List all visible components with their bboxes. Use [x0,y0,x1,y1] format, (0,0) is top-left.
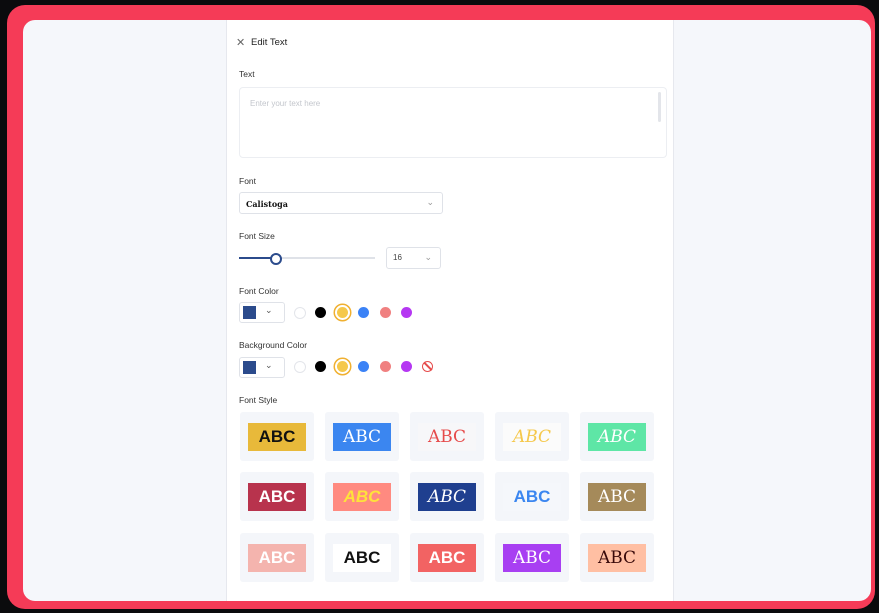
font-style-option[interactable]: ABC [240,412,314,461]
font-style-preview: ABC [248,543,306,572]
chevron-down-icon: ⌄ [426,197,434,207]
font-color-swatch-black[interactable] [315,307,326,318]
font-style-option[interactable]: ABC [325,412,399,461]
font-style-preview: ABC [503,422,561,451]
font-style-preview: ABC [503,482,561,511]
font-style-option[interactable]: ABC [580,533,654,582]
font-style-option[interactable]: ABC [325,472,399,521]
font-style-preview: ABC [588,482,646,511]
edit-text-panel: ✕ Edit Text Text Enter your text here Fo… [226,20,674,601]
chevron-down-icon: ⌄ [265,305,273,315]
background-color-swatch-purple[interactable] [401,361,412,372]
background-color-swatch-salmon[interactable] [380,361,391,372]
font-style-preview: ABC [248,422,306,451]
text-input-placeholder: Enter your text here [250,99,321,108]
font-color-label: Font Color [239,286,279,296]
font-select-value: Calistoga [246,199,288,209]
font-size-select[interactable]: 16 ⌄ [386,247,441,269]
font-size-slider-handle[interactable] [270,253,282,265]
font-style-label: Font Style [239,395,278,405]
font-style-option[interactable]: ABC [240,533,314,582]
font-style-preview: ABC [418,422,476,451]
no-color-icon[interactable] [422,361,433,372]
font-style-preview: ABC [333,482,391,511]
font-style-option[interactable]: ABC [495,533,569,582]
chevron-down-icon: ⌄ [424,252,432,262]
font-color-swatch-yellow[interactable] [337,307,348,318]
font-size-value: 16 [393,253,402,262]
font-color-preview [243,306,256,319]
text-input[interactable]: Enter your text here [239,87,667,158]
font-size-label: Font Size [239,231,275,241]
font-style-option[interactable]: ABC [410,533,484,582]
font-style-preview: ABC [248,482,306,511]
text-label: Text [239,69,255,79]
background-color-preview [243,361,256,374]
background-color-swatch-blue[interactable] [358,361,369,372]
font-style-option[interactable]: ABC [240,472,314,521]
font-color-swatch-blue[interactable] [358,307,369,318]
font-style-option[interactable]: ABC [410,472,484,521]
font-style-option[interactable]: ABC [580,412,654,461]
background-color-swatch-black[interactable] [315,361,326,372]
panel-title: Edit Text [251,37,288,48]
background-color-label: Background Color [239,340,308,350]
font-style-option[interactable]: ABC [495,472,569,521]
font-style-preview: ABC [588,422,646,451]
text-input-scrollbar[interactable] [658,92,661,122]
background-color-swatch-yellow[interactable] [337,361,348,372]
font-color-picker[interactable]: ⌄ [239,302,285,323]
background-color-swatch-white[interactable] [294,361,306,373]
workspace: ✕ Edit Text Text Enter your text here Fo… [23,20,871,601]
chevron-down-icon: ⌄ [265,360,273,370]
font-color-swatch-purple[interactable] [401,307,412,318]
font-style-preview: ABC [418,543,476,572]
background-color-picker[interactable]: ⌄ [239,357,285,378]
font-style-preview: ABC [333,543,391,572]
font-style-preview: ABC [418,482,476,511]
font-style-preview: ABC [503,543,561,572]
font-color-swatch-salmon[interactable] [380,307,391,318]
font-select[interactable]: Calistoga ⌄ [239,192,443,214]
font-style-preview: ABC [333,422,391,451]
font-color-swatch-white[interactable] [294,307,306,319]
close-icon[interactable]: ✕ [236,36,245,49]
font-label: Font [239,176,257,186]
font-style-preview: ABC [588,543,646,572]
font-style-option[interactable]: ABC [580,472,654,521]
font-size-slider[interactable] [239,253,375,265]
font-style-option[interactable]: ABC [495,412,569,461]
font-style-option[interactable]: ABC [325,533,399,582]
font-style-option[interactable]: ABC [410,412,484,461]
